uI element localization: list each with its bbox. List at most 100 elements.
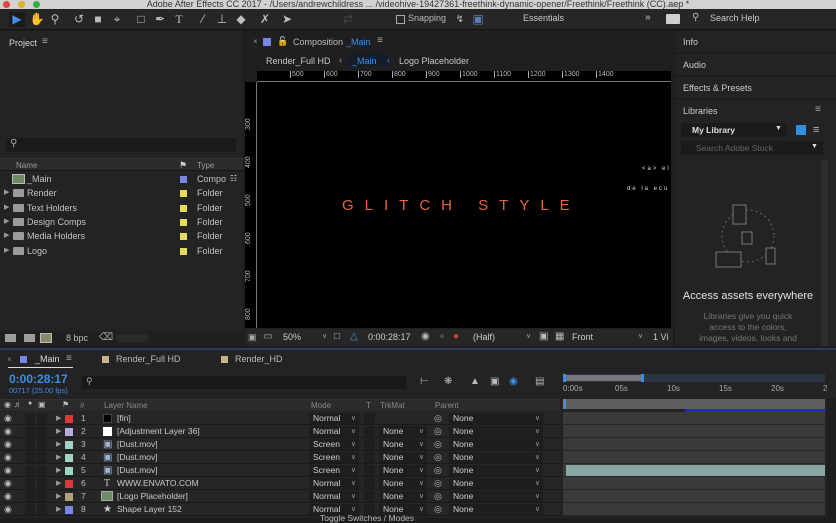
project-item[interactable]: ▶ Render Folder — [0, 186, 243, 200]
effects-presets-panel[interactable]: Effects & Presets — [675, 77, 836, 98]
track-matte-select[interactable]: None ∨ — [379, 426, 427, 437]
eye-icon[interactable]: ◉ — [4, 490, 12, 503]
rotation-tool-icon[interactable]: ↺ — [71, 12, 87, 27]
layer-label-color[interactable] — [65, 454, 73, 462]
draft-3d-icon[interactable]: ❋ — [444, 376, 452, 387]
layer-duration-track[interactable] — [563, 438, 825, 451]
layer-name[interactable]: [fin] — [117, 412, 131, 425]
layer-duration-track[interactable] — [563, 451, 825, 464]
selection-tool-icon[interactable]: ▶ — [9, 12, 25, 27]
eye-icon[interactable]: ◉ — [4, 438, 12, 451]
solo-switch[interactable] — [25, 452, 35, 463]
blend-mode-select[interactable]: Normal ∨ — [309, 413, 359, 424]
project-item[interactable]: ▶ Design Comps Folder — [0, 215, 243, 229]
preserve-transparency-toggle[interactable] — [364, 413, 375, 424]
pick-whip-icon[interactable]: ◎ — [434, 412, 442, 425]
timeline-current-time[interactable]: 0:00:28:17 — [9, 372, 68, 386]
lock-switch[interactable] — [37, 491, 47, 502]
close-tab-icon[interactable]: × — [7, 355, 12, 364]
show-snapshot-icon[interactable]: ● — [439, 331, 445, 342]
navigator-end-handle[interactable] — [641, 374, 644, 382]
resolution-select[interactable]: (Half) — [473, 332, 495, 342]
timeline-scrollbar[interactable] — [827, 398, 836, 520]
monitor-icon[interactable]: ▭ — [263, 331, 272, 342]
layer-duration-track[interactable] — [563, 425, 825, 438]
hand-tool-icon[interactable]: ✋ — [29, 12, 45, 27]
preserve-transparency-toggle[interactable] — [364, 465, 375, 476]
blend-mode-select[interactable]: Normal ∨ — [309, 491, 359, 502]
layer-name[interactable]: Shape Layer 152 — [117, 503, 182, 516]
layer-name[interactable]: [Logo Placeholder] — [117, 490, 188, 503]
roto-brush-tool-icon[interactable]: ✗ — [257, 12, 273, 27]
lock-switch[interactable] — [37, 426, 47, 437]
expand-arrow-icon[interactable]: ▶ — [56, 438, 61, 451]
track-matte-select[interactable]: None ∨ — [379, 439, 427, 450]
mask-visibility-icon[interactable]: △ — [350, 331, 358, 342]
navigator-start-handle[interactable] — [563, 374, 566, 382]
motion-blur-icon[interactable]: ◉ — [509, 376, 518, 387]
expand-arrow-icon[interactable]: ▶ — [56, 412, 61, 425]
pan-behind-tool-icon[interactable]: ⌖ — [109, 12, 125, 27]
breadcrumb-0[interactable]: Render_Full HD — [266, 56, 331, 66]
pick-whip-icon[interactable]: ◎ — [434, 490, 442, 503]
info-panel[interactable]: Info — [675, 31, 836, 52]
more-workspaces-button[interactable]: » — [645, 12, 651, 23]
search-help-input[interactable]: Search Help — [710, 13, 760, 23]
pick-whip-icon[interactable]: ◎ — [434, 464, 442, 477]
pick-whip-icon[interactable]: ◎ — [434, 451, 442, 464]
layer-duration-track[interactable] — [563, 503, 825, 516]
expand-arrow-icon[interactable]: ▶ — [4, 186, 9, 200]
list-view-icon[interactable]: ≡ — [813, 124, 819, 136]
track-matte-select[interactable]: None ∨ — [379, 452, 427, 463]
parent-select[interactable]: None ∨ — [449, 439, 543, 450]
snapshot-icon[interactable]: ◉ — [421, 331, 430, 342]
comp-mini-flowchart-icon[interactable]: ⊢ — [420, 376, 429, 387]
close-tab-icon[interactable]: × — [253, 37, 258, 46]
breadcrumb-1[interactable]: _Main — [352, 56, 377, 66]
track-matte-select[interactable]: None ∨ — [379, 491, 427, 502]
solo-switch[interactable] — [25, 465, 35, 476]
pick-whip-icon[interactable]: ◎ — [434, 477, 442, 490]
breadcrumb-2[interactable]: Logo Placeholder — [399, 56, 469, 66]
layer-label-color[interactable] — [65, 467, 73, 475]
label-color-swatch[interactable] — [180, 218, 187, 226]
solo-switch[interactable] — [25, 478, 35, 489]
preserve-transparency-toggle[interactable] — [364, 439, 375, 450]
layer-search-input[interactable]: ⚲ — [82, 376, 406, 389]
minimize-window-button[interactable] — [18, 1, 25, 8]
expand-arrow-icon[interactable]: ▶ — [56, 490, 61, 503]
layer-name[interactable]: [Dust.mov] — [117, 451, 158, 464]
eye-icon[interactable]: ◉ — [4, 503, 12, 516]
flowchart-icon[interactable]: ☷ — [230, 172, 237, 186]
snap-edges-icon[interactable]: ↯ — [452, 12, 468, 27]
shy-layers-icon[interactable]: ▲ — [470, 376, 480, 387]
lock-switch[interactable] — [37, 504, 47, 515]
blend-mode-select[interactable]: Screen ∨ — [309, 452, 359, 463]
lock-switch[interactable] — [37, 439, 47, 450]
layer-row[interactable]: ◉ ▶ 6 T WWW.ENVATO.COM Normal ∨ None ∨ ◎ None ∨ — [0, 477, 560, 490]
label-color-swatch[interactable] — [180, 190, 187, 198]
work-area-bar[interactable] — [563, 375, 643, 381]
new-composition-icon[interactable] — [40, 333, 52, 343]
pick-whip-icon[interactable]: ◎ — [434, 425, 442, 438]
label-color-swatch[interactable] — [180, 176, 187, 183]
lock-switch[interactable] — [37, 478, 47, 489]
blend-mode-select[interactable]: Normal ∨ — [309, 478, 359, 489]
solo-switch[interactable] — [25, 491, 35, 502]
layer-duration-track[interactable] — [563, 464, 825, 477]
layer-label-color[interactable] — [65, 441, 73, 449]
layer-row[interactable]: ◉ ▶ 8 ★ Shape Layer 152 Normal ∨ None ∨ ◎ None ∨ — [0, 503, 560, 516]
graph-editor-icon[interactable]: ▤ — [535, 376, 544, 387]
tab-main[interactable]: _Main — [35, 354, 60, 364]
expand-arrow-icon[interactable]: ▶ — [56, 464, 61, 477]
eye-icon[interactable]: ◉ — [4, 451, 12, 464]
parent-select[interactable]: None ∨ — [449, 491, 543, 502]
search-stock-input[interactable]: Search Adobe Stock ▼ — [681, 141, 823, 155]
panel-menu-icon[interactable]: ≡ — [66, 353, 72, 364]
expand-arrow-icon[interactable]: ▶ — [56, 451, 61, 464]
panel-menu-icon[interactable]: ≡ — [815, 104, 821, 115]
eye-icon[interactable]: ◉ — [4, 464, 12, 477]
workspace-essentials[interactable]: Essentials — [523, 13, 564, 23]
expand-arrow-icon[interactable]: ▶ — [4, 201, 9, 215]
brush-tool-icon[interactable]: ⁄ — [195, 12, 211, 27]
